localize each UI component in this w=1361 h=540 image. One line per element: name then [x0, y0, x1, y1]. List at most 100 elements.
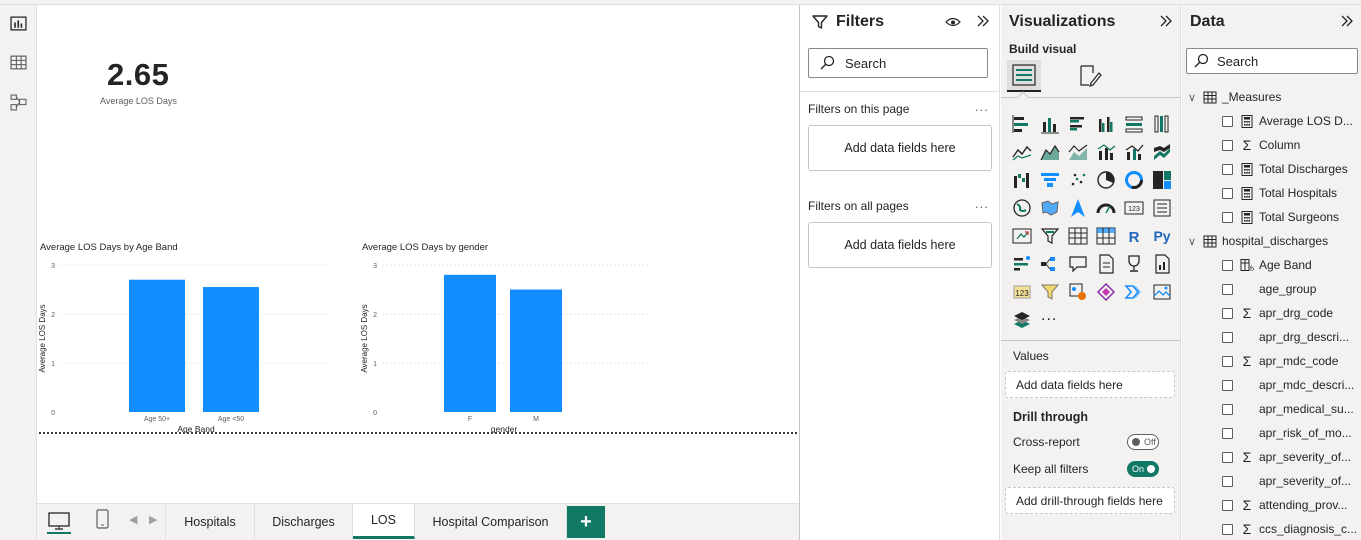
bar-age-50[interactable] — [203, 287, 259, 412]
cross-report-toggle[interactable]: Off — [1127, 434, 1159, 450]
field-checkbox[interactable] — [1222, 475, 1233, 487]
scatter-chart-icon[interactable] — [1067, 169, 1089, 191]
field-item[interactable]: fx Age Band — [1222, 255, 1358, 275]
power-apps-icon[interactable]: 123 — [1011, 281, 1033, 303]
paginated-report-icon[interactable] — [1151, 253, 1173, 275]
funnel-icon[interactable] — [1039, 169, 1061, 191]
map-icon[interactable] — [1011, 197, 1033, 219]
waterfall-chart-icon[interactable] — [1011, 169, 1033, 191]
field-item[interactable]: Σapr_mdc_code — [1222, 351, 1358, 371]
gauge-icon[interactable] — [1095, 197, 1117, 219]
narrative-icon[interactable] — [1095, 253, 1117, 275]
r-visual-icon[interactable]: R — [1123, 225, 1145, 247]
collapse-filters-icon[interactable] — [976, 14, 990, 31]
field-checkbox[interactable] — [1222, 163, 1233, 175]
filters-all-pages-well[interactable]: Add data fields here — [808, 222, 992, 268]
field-item[interactable]: Average LOS D... — [1222, 111, 1358, 131]
keep-all-filters-toggle[interactable]: On — [1127, 461, 1159, 477]
values-well[interactable]: Add data fields here — [1005, 371, 1175, 398]
add-page-button[interactable]: + — [567, 506, 605, 538]
field-item[interactable]: Total Discharges — [1222, 159, 1358, 179]
table-view-icon[interactable] — [6, 50, 30, 74]
model-view-icon[interactable] — [6, 90, 30, 114]
qa-icon[interactable] — [1067, 253, 1089, 275]
field-item[interactable]: apr_mdc_descri... — [1222, 375, 1358, 395]
stacked-bar-chart-icon[interactable] — [1011, 113, 1033, 135]
ribbon-chart-icon[interactable] — [1151, 141, 1173, 163]
stacked-column-chart-icon[interactable] — [1039, 113, 1061, 135]
field-checkbox[interactable] — [1222, 451, 1233, 463]
donut-chart-icon[interactable] — [1123, 169, 1145, 191]
stacked-area-chart-icon[interactable] — [1067, 141, 1089, 163]
field-checkbox[interactable] — [1222, 499, 1233, 511]
scroll-left-icon[interactable]: ◀ — [129, 513, 137, 526]
filters-page-well[interactable]: Add data fields here — [808, 125, 992, 171]
table-node[interactable]: ∨ _Measures — [1188, 87, 1358, 107]
arcgis-icon[interactable] — [1067, 281, 1089, 303]
field-item[interactable]: Σccs_diagnosis_c... — [1222, 519, 1358, 539]
field-checkbox[interactable] — [1222, 331, 1233, 343]
100-stacked-bar-chart-icon[interactable] — [1123, 113, 1145, 135]
table-icon[interactable] — [1067, 225, 1089, 247]
key-influencers-icon[interactable] — [1011, 253, 1033, 275]
more-options-icon[interactable]: ... — [975, 196, 989, 211]
tab-hospitals[interactable]: Hospitals — [165, 504, 255, 539]
tab-discharges[interactable]: Discharges — [255, 504, 353, 539]
chevron-visual-icon[interactable] — [1123, 281, 1145, 303]
field-checkbox[interactable] — [1222, 379, 1233, 391]
bar-m[interactable] — [510, 289, 562, 413]
line-clustered-column-icon[interactable] — [1095, 141, 1117, 163]
field-item[interactable]: Σapr_severity_of... — [1222, 447, 1358, 467]
field-checkbox[interactable] — [1222, 259, 1233, 271]
field-item[interactable]: Σ Column — [1222, 135, 1358, 155]
bar-age-50-[interactable] — [129, 279, 185, 412]
filled-map-icon[interactable] — [1039, 197, 1061, 219]
field-item[interactable]: Total Surgeons — [1222, 207, 1358, 227]
treemap-icon[interactable] — [1151, 169, 1173, 191]
bar-f[interactable] — [444, 274, 496, 412]
diamond-visual-icon[interactable] — [1095, 281, 1117, 303]
field-item[interactable]: apr_risk_of_mo... — [1222, 423, 1358, 443]
field-item[interactable]: apr_severity_of... — [1222, 471, 1358, 491]
field-checkbox[interactable] — [1222, 523, 1233, 535]
clustered-column-chart-icon[interactable] — [1095, 113, 1117, 135]
slicer-icon[interactable] — [1039, 225, 1061, 247]
field-checkbox[interactable] — [1222, 307, 1233, 319]
desktop-layout-icon[interactable] — [47, 508, 71, 537]
drill-through-well[interactable]: Add drill-through fields here — [1005, 487, 1175, 514]
field-checkbox[interactable] — [1222, 187, 1233, 199]
field-item[interactable]: age_group — [1222, 279, 1358, 299]
scroll-right-icon[interactable]: ▶ — [149, 513, 157, 526]
report-view-icon[interactable] — [6, 11, 30, 35]
build-visual-tab-icon[interactable] — [1007, 60, 1041, 92]
azure-map-icon[interactable] — [1067, 197, 1089, 219]
field-checkbox[interactable] — [1222, 283, 1233, 295]
python-visual-icon[interactable]: Py — [1151, 225, 1173, 247]
mobile-layout-icon[interactable] — [95, 508, 111, 535]
format-visual-tab-icon[interactable] — [1077, 63, 1103, 92]
matrix-icon[interactable] — [1095, 225, 1117, 247]
field-checkbox[interactable] — [1222, 211, 1233, 223]
field-item[interactable]: apr_drg_descri... — [1222, 327, 1358, 347]
decomposition-tree-icon[interactable] — [1039, 253, 1061, 275]
100-stacked-column-chart-icon[interactable] — [1151, 113, 1173, 135]
shape-map-icon[interactable] — [1011, 309, 1033, 331]
field-item[interactable]: Σattending_prov... — [1222, 495, 1358, 515]
more-visuals-icon[interactable]: ... — [1041, 307, 1057, 325]
field-checkbox[interactable] — [1222, 139, 1233, 151]
eye-icon[interactable] — [945, 15, 961, 32]
power-automate-icon[interactable] — [1039, 281, 1061, 303]
field-checkbox[interactable] — [1222, 403, 1233, 415]
tab-hospital-comparison[interactable]: Hospital Comparison — [415, 504, 567, 539]
data-search-input[interactable]: Search — [1186, 48, 1358, 74]
bar-chart-gender[interactable]: 0123F MgenderAverage LOS Days — [359, 255, 659, 433]
pie-chart-icon[interactable] — [1095, 169, 1117, 191]
field-checkbox[interactable] — [1222, 355, 1233, 367]
chevron-down-icon[interactable]: ∨ — [1188, 235, 1202, 248]
filters-search-input[interactable]: Search — [808, 48, 988, 78]
line-stacked-column-icon[interactable] — [1123, 141, 1145, 163]
bar-chart-age-band[interactable]: 0123Age 50+ Age <50Age BandAverage LOS Da… — [37, 255, 337, 433]
field-checkbox[interactable] — [1222, 115, 1233, 127]
field-item[interactable]: apr_medical_su... — [1222, 399, 1358, 419]
tab-los[interactable]: LOS — [353, 504, 415, 539]
